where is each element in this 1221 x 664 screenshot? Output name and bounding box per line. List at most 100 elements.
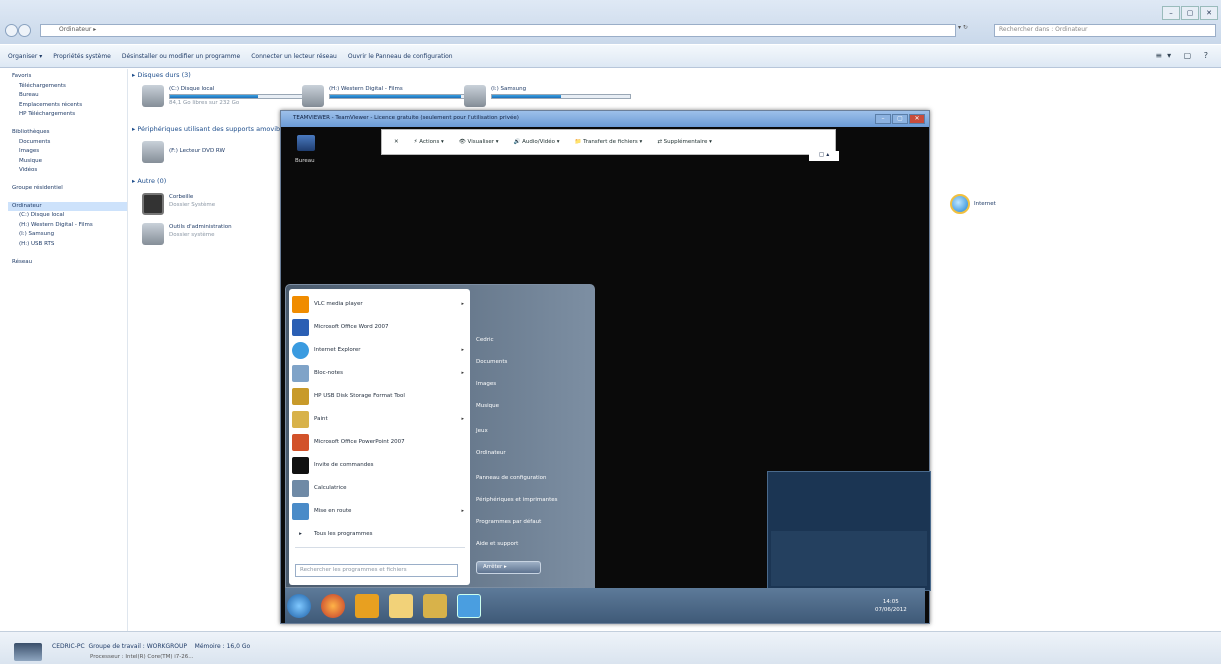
program-calculator[interactable]: Calculatrice [289,477,470,499]
program-word[interactable]: Microsoft Office Word 2007 [289,316,470,338]
organize-button[interactable]: Organiser ▾ [8,53,42,60]
place-devices-printers[interactable]: Périphériques et imprimantes [476,497,558,503]
program-label: HP USB Disk Storage Format Tool [314,393,405,399]
program-cmd[interactable]: Invite de commandes [289,454,470,476]
sidebar-item-images[interactable]: Images [12,147,127,157]
explorer-title-bar [0,0,1221,44]
start-search-input[interactable]: Rechercher les programmes et fichiers [295,564,458,577]
sidebar-item-computer[interactable]: Ordinateur [8,201,127,212]
place-control-panel[interactable]: Panneau de configuration [476,475,547,481]
teamviewer-window-controls: – ▢ ✕ [875,114,925,124]
tv-view-menu[interactable]: 👁 Visualiser ▾ [459,139,499,145]
submenu-arrow-icon[interactable]: ▸ [461,370,464,376]
remote-clock[interactable]: 14:05 07/06/2012 [875,598,907,614]
program-paint[interactable]: Paint ▸ [289,408,470,430]
drive-h[interactable]: (H:) Western Digital - Films [302,85,469,107]
start-orb-icon[interactable] [287,594,311,618]
sidebar-item-drive-h[interactable]: (H:) Western Digital - Films [12,221,127,231]
place-user[interactable]: Cedric [476,337,494,343]
map-network-drive-button[interactable]: Connecter un lecteur réseau [251,53,337,60]
program-notepad[interactable]: Bloc-notes ▸ [289,362,470,384]
pc-workgroup: Groupe de travail : WORKGROUP [88,643,188,650]
sidebar-item-libraries[interactable]: Bibliothèques [12,128,127,138]
submenu-arrow-icon[interactable]: ▸ [461,301,464,307]
place-documents[interactable]: Documents [476,359,507,365]
admin-tools-icon [142,223,164,245]
folder-icon[interactable] [389,594,413,618]
place-default-programs[interactable]: Programmes par défaut [476,519,541,525]
program-powerpoint[interactable]: Microsoft Office PowerPoint 2007 [289,431,470,453]
system-properties-button[interactable]: Propriétés système [53,53,111,60]
sidebar-item-hp-downloads[interactable]: HP Téléchargements [12,110,127,120]
submenu-arrow-icon[interactable]: ▸ [461,416,464,422]
refresh-icon[interactable]: ▾ ↻ [958,24,994,37]
sidebar-item-drive-usb[interactable]: (H:) USB RTS [12,240,127,250]
program-vlc[interactable]: VLC media player ▸ [289,293,470,315]
section-other[interactable]: ▸ Autre (0) [132,177,166,185]
drive-c[interactable]: (C:) Disque local 84,1 Go libres sur 232… [142,85,309,107]
sidebar-item-desktop[interactable]: Bureau [12,91,127,101]
sidebar-item-drive-c[interactable]: (C:) Disque local [12,211,127,221]
program-hp-format-tool[interactable]: HP USB Disk Storage Format Tool [289,385,470,407]
sidebar-item-network[interactable]: Réseau [12,258,127,268]
admin-tools[interactable]: Outils d'administration Dossier système [142,223,232,245]
paint-taskbar-icon[interactable] [423,594,447,618]
submenu-arrow-icon[interactable]: ▸ [461,508,464,514]
tv-audio-video-menu[interactable]: 🔊 Audio/Vidéo ▾ [514,139,560,145]
place-games[interactable]: Jeux [476,428,488,434]
tv-file-transfer-menu[interactable]: 📁 Transfert de fichiers ▾ [575,139,643,145]
program-getting-started[interactable]: Mise en route ▸ [289,500,470,522]
search-input[interactable]: Rechercher dans : Ordinateur [994,24,1216,37]
maximize-button[interactable]: ▢ [1181,6,1199,20]
pc-memory: Mémoire : 16,0 Go [194,643,251,650]
place-images[interactable]: Images [476,381,496,387]
sidebar-item-drive-i[interactable]: (I:) Samsung [12,230,127,240]
place-computer[interactable]: Ordinateur [476,450,506,456]
sidebar-item-downloads[interactable]: Téléchargements [12,82,127,92]
teamviewer-taskbar-icon[interactable] [457,594,481,618]
tv-maximize-button[interactable]: ▢ [892,114,908,124]
tv-extras-menu[interactable]: ⇄ Supplémentaire ▾ [657,139,712,145]
sidebar-item-favoris[interactable]: Favoris [12,72,127,82]
section-removable[interactable]: ▸ Périphériques utilisant des supports a… [132,125,301,133]
internet-label[interactable]: Internet [974,201,996,207]
tv-actions-menu[interactable]: ⚡ Actions ▾ [414,139,444,145]
submenu-arrow-icon[interactable]: ▸ [461,347,464,353]
all-programs-link[interactable]: ▸ Tous les programmes [289,527,470,541]
tv-close-session-button[interactable]: ✕ [394,139,399,145]
forward-button[interactable] [18,24,31,37]
minimize-button[interactable]: – [1162,6,1180,20]
recycle-bin[interactable]: Corbeille Dossier Système [142,193,215,215]
remote-desktop-label[interactable]: Bureau [295,158,315,164]
open-control-panel-button[interactable]: Ouvrir le Panneau de configuration [348,53,453,60]
dvd-drive[interactable]: (F:) Lecteur DVD RW [142,141,225,163]
internet-explorer-icon[interactable] [950,194,970,214]
firefox-icon[interactable] [321,594,345,618]
section-hard-drives[interactable]: ▸ Disques durs (3) [132,71,191,79]
start-menu-programs: VLC media player ▸ Microsoft Office Word … [289,289,470,585]
back-button[interactable] [5,24,18,37]
sidebar-item-music[interactable]: Musique [12,157,127,167]
sidebar-item-recent[interactable]: Emplacements récents [12,101,127,111]
place-help-support[interactable]: Aide et support [476,541,518,547]
address-bar[interactable]: Ordinateur ▸ [40,24,956,37]
shutdown-button[interactable]: Arrêter ▸ [476,561,541,574]
program-ie[interactable]: Internet Explorer ▸ [289,339,470,361]
sidebar-item-videos[interactable]: Vidéos [12,166,127,176]
tv-minimize-button[interactable]: – [875,114,891,124]
uninstall-program-button[interactable]: Désinstaller ou modifier un programme [122,53,240,60]
pc-processor: Processeur : Intel(R) Core(TM) i7-26... [90,654,194,660]
drive-name: (H:) Western Digital - Films [329,86,403,92]
remote-desktop-folder-icon[interactable] [297,135,315,151]
tv-close-button[interactable]: ✕ [909,114,925,124]
start-menu-places: Cedric Documents Images Musique Jeux Ord… [472,285,596,589]
close-button[interactable]: ✕ [1200,6,1218,20]
sidebar-item-homegroup[interactable]: Groupe résidentiel [12,184,127,194]
tv-toolbar-collapse[interactable]: ▢ ▴ [809,151,839,161]
media-player-icon[interactable] [355,594,379,618]
drive-i[interactable]: (I:) Samsung [464,85,631,107]
clock-time: 14:05 [882,599,899,605]
place-music[interactable]: Musique [476,403,499,409]
view-options-icon[interactable]: ≡▾ ▢ ? [1155,51,1213,60]
sidebar-item-documents[interactable]: Documents [12,138,127,148]
